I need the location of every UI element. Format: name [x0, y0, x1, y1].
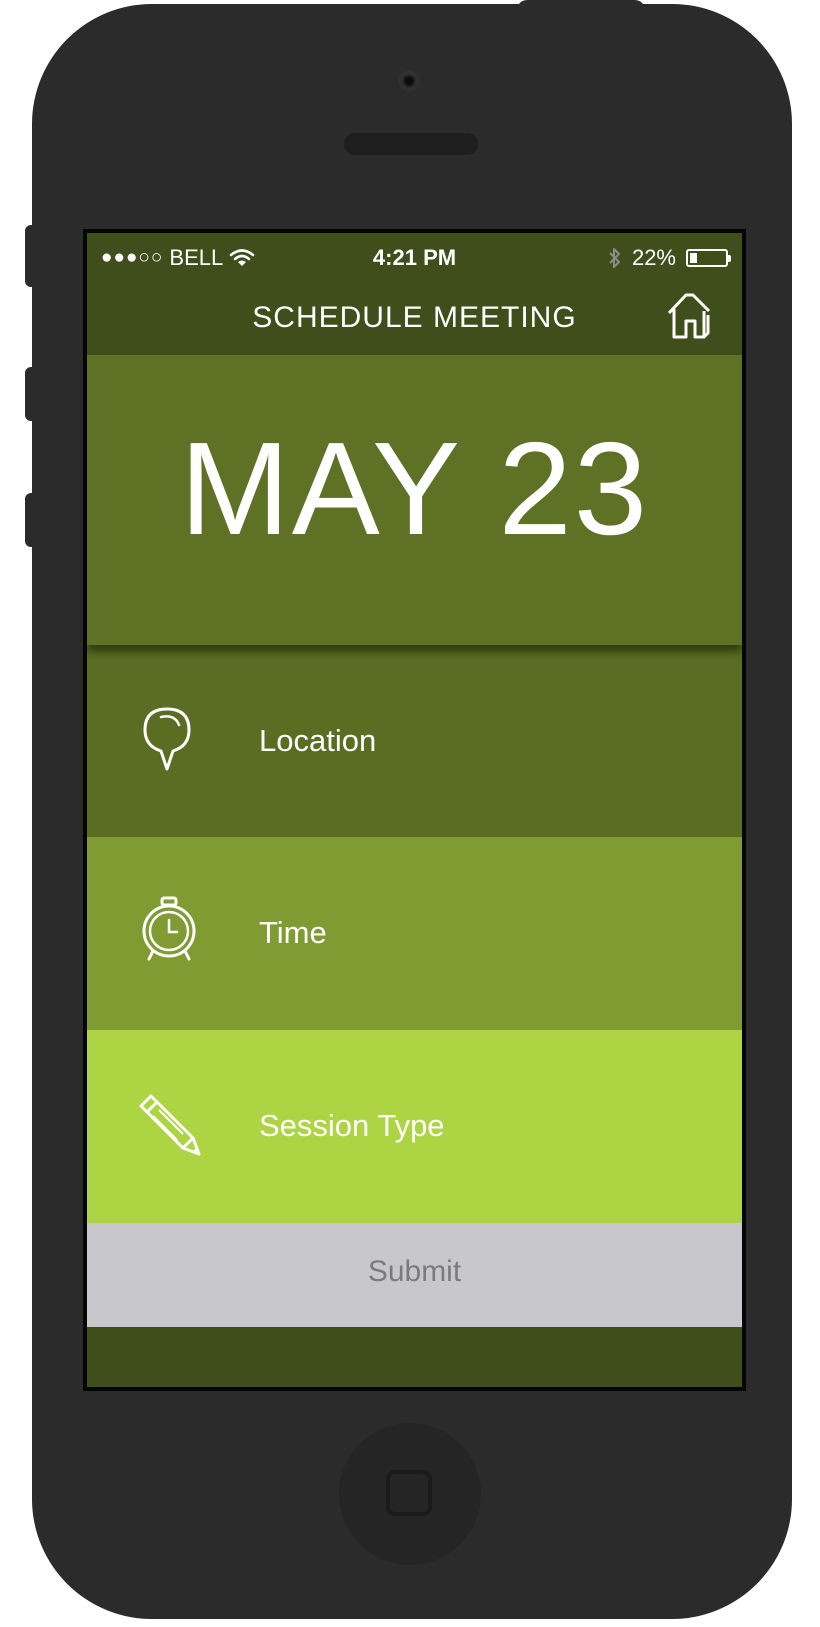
location-row[interactable]: Location: [87, 645, 742, 837]
session-type-row[interactable]: Session Type: [87, 1030, 742, 1223]
app-screen: ●●●○○ BELL 4:21 PM 22% SCHEDULE MEETING: [83, 229, 746, 1391]
alarm-clock-icon: [142, 896, 196, 961]
status-bar: ●●●○○ BELL 4:21 PM 22%: [87, 233, 742, 285]
time-label: Time: [259, 915, 327, 950]
location-pin-icon: [143, 707, 191, 771]
mute-switch: [25, 225, 35, 287]
home-icon[interactable]: [666, 291, 712, 341]
power-button: [517, 0, 645, 10]
battery-percent: 22%: [631, 245, 676, 270]
navigation-bar: SCHEDULE MEETING: [87, 285, 742, 355]
pencil-icon: [139, 1094, 201, 1156]
home-button[interactable]: [339, 1423, 481, 1565]
volume-down-button: [25, 493, 35, 547]
selected-date: MAY 23: [179, 415, 650, 562]
session-type-label: Session Type: [259, 1108, 445, 1143]
page-title: SCHEDULE MEETING: [252, 301, 577, 334]
earpiece-speaker: [344, 133, 478, 155]
battery-icon: [686, 249, 731, 267]
home-button-square-icon: [386, 1470, 432, 1516]
date-panel[interactable]: MAY 23: [87, 355, 742, 645]
volume-up-button: [25, 367, 35, 421]
battery-level-fill: [690, 253, 697, 263]
bluetooth-icon: [609, 248, 620, 268]
submit-button[interactable]: Submit: [87, 1223, 742, 1327]
time-row[interactable]: Time: [87, 837, 742, 1030]
front-camera: [398, 70, 420, 92]
status-right: 22%: [608, 245, 731, 271]
location-label: Location: [259, 723, 377, 758]
submit-label: Submit: [367, 1255, 462, 1288]
